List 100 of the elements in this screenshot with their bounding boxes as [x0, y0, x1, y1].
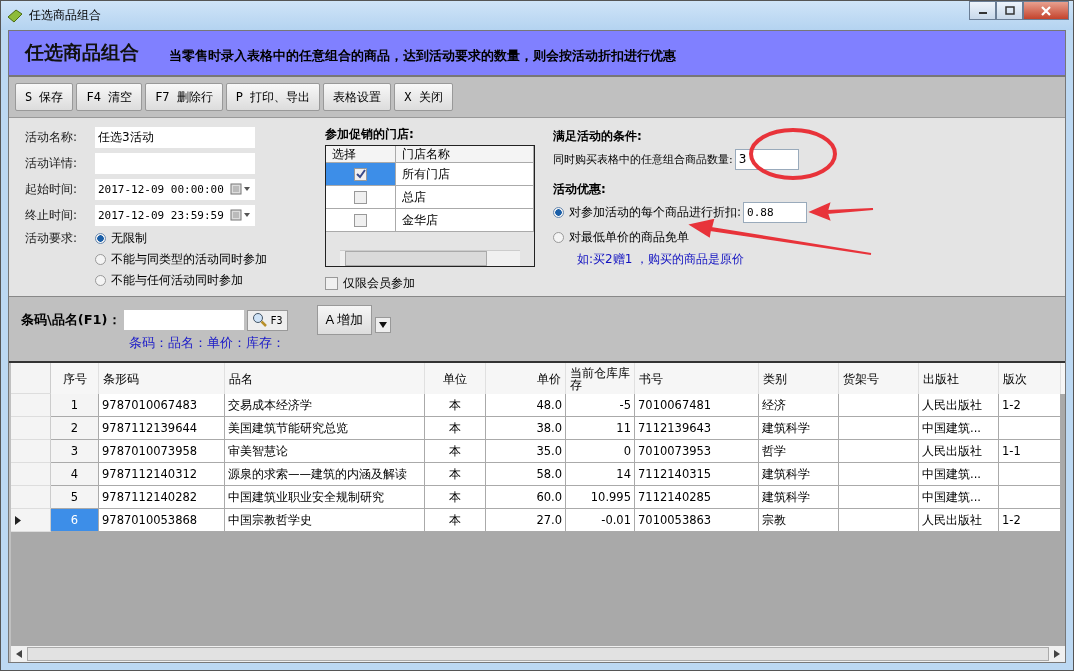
window-title: 任选商品组合: [29, 7, 101, 24]
table-cell: 中国建筑...: [919, 486, 999, 509]
field-label: 活动名称:: [25, 128, 79, 146]
table-cell: 本: [425, 440, 486, 463]
close-button[interactable]: [1023, 1, 1069, 20]
table-cell: 3: [51, 440, 99, 463]
table-cell: 中国建筑...: [919, 417, 999, 440]
search-field[interactable]: [123, 310, 244, 330]
calendar-dropdown-icon[interactable]: [230, 183, 252, 195]
minimize-button[interactable]: [969, 1, 996, 20]
row-header[interactable]: [11, 509, 51, 532]
table-cell: -0.01: [566, 509, 635, 532]
table-cell: 中国宗教哲学史: [225, 509, 425, 532]
table-cell: 7010053863: [635, 509, 759, 532]
checkbox[interactable]: [354, 190, 367, 204]
checkbox-cell[interactable]: [326, 186, 396, 209]
radio-option[interactable]: 无限制: [95, 230, 267, 247]
section-title: 满足活动的条件:: [553, 128, 643, 145]
search-icon: [251, 312, 268, 328]
calendar-dropdown-icon[interactable]: [230, 209, 252, 221]
table-cell: 6: [51, 509, 99, 532]
input-field[interactable]: [95, 152, 255, 174]
table-cell: 人民出版社: [919, 440, 999, 463]
table-cell: 建筑科学: [759, 463, 839, 486]
table-cell: 9787010073958: [99, 440, 225, 463]
table-cell: 总店: [396, 186, 534, 209]
dropdown-button[interactable]: [375, 317, 392, 333]
table-cell: 建筑科学: [759, 486, 839, 509]
table-cell: 2: [51, 417, 99, 440]
horizontal-scrollbar[interactable]: [340, 250, 520, 266]
section-title: 参加促销的门店:: [325, 126, 415, 143]
book-icon: [7, 8, 23, 23]
field-label: 终止时间:: [25, 206, 79, 224]
table-cell: 5: [51, 486, 99, 509]
table-cell: 本: [425, 463, 486, 486]
table-cell: 本: [425, 509, 486, 532]
radio-option[interactable]: 不能与同类型的活动同时参加: [95, 251, 267, 268]
page-description: 当零售时录入表格中的任意组合的商品，达到活动要求的数量，则会按活动折扣进行优惠: [169, 47, 676, 65]
table-cell: 14: [566, 463, 635, 486]
table-cell: 1-1: [999, 440, 1061, 463]
table-cell: 7010073953: [635, 440, 759, 463]
toolbar-button[interactable]: F7 删除行: [145, 83, 223, 111]
field-label: 活动详情:: [25, 154, 79, 172]
input-field[interactable]: 3: [734, 148, 799, 170]
table-cell: 60.0: [486, 486, 566, 509]
table-cell: 审美智慧论: [225, 440, 425, 463]
table-cell: 源泉的求索——建筑的内涵及解读: [225, 463, 425, 486]
item-info-text: 条码：品名：单价：库存：: [129, 335, 286, 352]
table-cell: 建筑科学: [759, 417, 839, 440]
toolbar-button[interactable]: S 保存: [15, 83, 74, 111]
checkbox-option[interactable]: 仅限会员参加: [325, 275, 539, 292]
search-button[interactable]: F3: [246, 309, 288, 331]
scroll-left-icon[interactable]: [16, 650, 22, 658]
input-field[interactable]: 0.88: [743, 201, 808, 223]
table-cell: 9787010067483: [99, 394, 225, 417]
checkbox-cell[interactable]: [326, 209, 396, 232]
checkbox-cell[interactable]: [326, 163, 396, 186]
table-cell: [999, 463, 1061, 486]
table-cell: 35.0: [486, 440, 566, 463]
radio-option[interactable]: 不能与任何活动同时参加: [95, 272, 267, 289]
horizontal-scrollbar[interactable]: [11, 646, 1065, 662]
current-row-icon: [15, 515, 21, 525]
table-cell: 本: [425, 417, 486, 440]
input-field[interactable]: 任选3活动: [95, 126, 255, 148]
table-cell: 1-2: [999, 509, 1061, 532]
table-cell: 7112139643: [635, 417, 759, 440]
table-cell: 1-2: [999, 394, 1061, 417]
checkbox[interactable]: [354, 167, 367, 181]
table-cell: 0: [566, 440, 635, 463]
toolbar-button[interactable]: P 打印、导出: [225, 83, 321, 111]
table-cell: 经济: [759, 394, 839, 417]
toolbar-button[interactable]: F4 清空: [76, 83, 143, 111]
input-field[interactable]: 2017-12-09 23:59:59: [95, 204, 255, 226]
table-cell: 38.0: [486, 417, 566, 440]
field-label: 同时购买表格中的任意组合商品数量:: [553, 151, 733, 167]
radio-option[interactable]: 对参加活动的每个商品进行折扣:: [553, 203, 742, 221]
table-cell: 本: [425, 486, 486, 509]
search-label: 条码\品名(F1)：: [21, 311, 121, 329]
toolbar-button[interactable]: 表格设置: [323, 83, 392, 111]
table-cell: 中国建筑业职业安全规制研究: [225, 486, 425, 509]
radio-option[interactable]: 对最低单价的商品免单: [553, 228, 689, 246]
table-cell: 交易成本经济学: [225, 394, 425, 417]
add-button[interactable]: A 增加: [316, 305, 373, 335]
field-label: 起始时间:: [25, 180, 79, 198]
table-cell: 7010067481: [635, 394, 759, 417]
table-cell: 58.0: [486, 463, 566, 486]
maximize-button[interactable]: [996, 1, 1023, 20]
toolbar-button[interactable]: X 关闭: [394, 83, 453, 111]
scroll-right-icon[interactable]: [1054, 650, 1060, 658]
page-heading: 任选商品组合: [25, 40, 139, 65]
table-cell: [999, 417, 1061, 440]
input-field[interactable]: 2017-12-09 00:00:00: [95, 178, 255, 200]
table-cell: 宗教: [759, 509, 839, 532]
table-cell: 7112140315: [635, 463, 759, 486]
caret-icon: [379, 322, 388, 328]
checkbox[interactable]: [354, 213, 367, 227]
table-cell: 10.995: [566, 486, 635, 509]
table-cell: 所有门店: [396, 163, 534, 186]
table-cell: 4: [51, 463, 99, 486]
field-label: 活动要求:: [25, 230, 79, 247]
